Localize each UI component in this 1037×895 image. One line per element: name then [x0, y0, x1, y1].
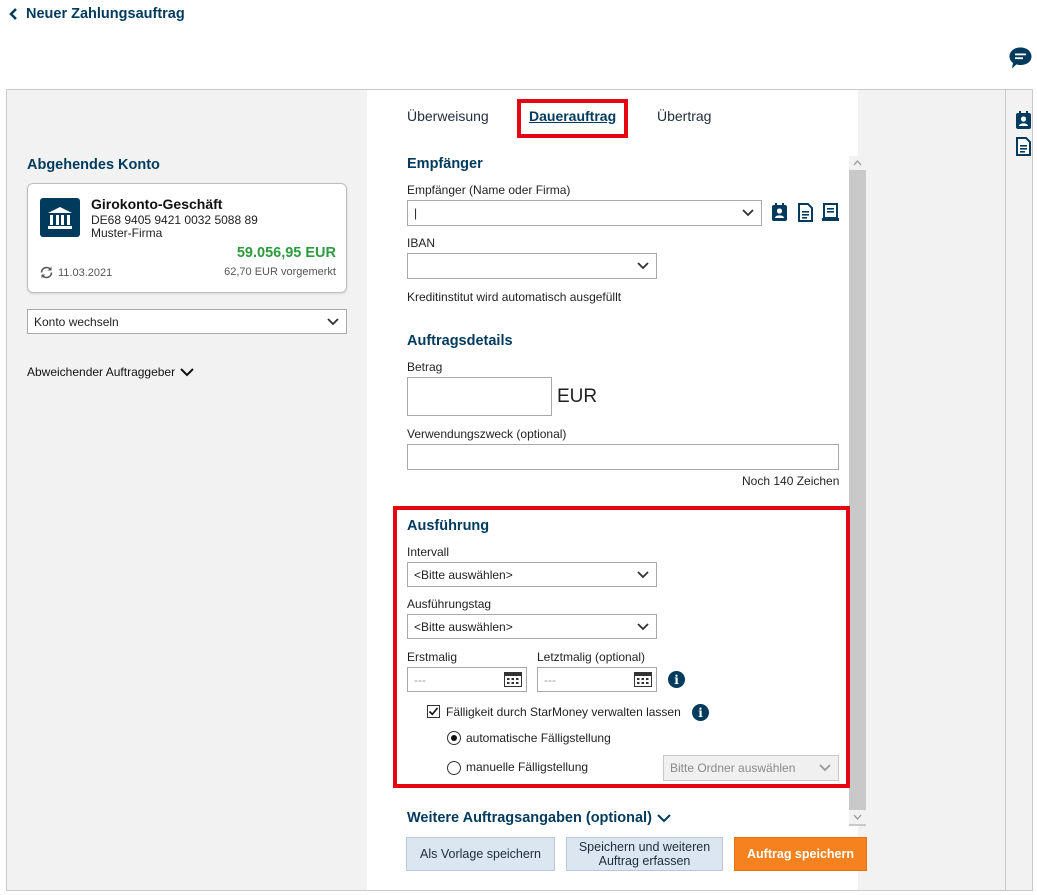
switch-account-label: Konto wechseln: [34, 314, 119, 329]
manage-due-label: Fälligkeit durch StarMoney verwalten las…: [446, 705, 681, 719]
folder-placeholder: Bitte Ordner auswählen: [670, 761, 796, 775]
recipient-name-cursor: |: [414, 206, 418, 220]
account-card[interactable]: Girokonto-Geschäft DE68 9405 9421 0032 5…: [27, 183, 347, 293]
first-date-value: ---: [414, 672, 426, 687]
contact-book-icon[interactable]: [1015, 111, 1032, 130]
first-date-input[interactable]: ---: [407, 667, 527, 692]
recipient-name-label: Empfänger (Name oder Firma): [407, 183, 571, 197]
account-pending: 62,70 EUR vorgemerkt: [224, 266, 336, 278]
amount-label: Betrag: [407, 360, 443, 374]
remaining-chars: Noch 140 Zeichen: [742, 474, 840, 488]
checkmark-icon: [428, 707, 439, 716]
account-balance: 59.056,95 EUR: [236, 245, 336, 261]
bank-autofill-note: Kreditinstitut wird automatisch ausgefül…: [407, 290, 622, 304]
recipient-name-input[interactable]: |: [407, 200, 762, 226]
invoice-scan-icon[interactable]: [822, 203, 839, 222]
highlight-execution-frame: [393, 506, 850, 788]
highlight-tab-frame: [517, 99, 628, 138]
order-details-title: Auftragsdetails: [407, 333, 513, 349]
chat-icon[interactable]: [1008, 46, 1033, 71]
chevron-down-icon: [637, 570, 649, 578]
chevron-down-icon: [637, 262, 649, 270]
account-date: 11.03.2021: [39, 266, 112, 279]
chevron-down-icon: [853, 814, 862, 820]
chevron-down-icon: [327, 317, 339, 325]
interval-value: <Bitte auswählen>: [414, 567, 513, 582]
account-holder: Muster-Firma: [91, 226, 163, 240]
save-template-button[interactable]: Als Vorlage speichern: [406, 837, 555, 871]
calendar-icon[interactable]: [504, 672, 522, 687]
last-date-label: Letztmalig (optional): [537, 650, 646, 664]
chevron-down-icon: [180, 367, 194, 376]
currency-label: EUR: [557, 386, 598, 407]
account-name: Girokonto-Geschäft: [91, 196, 223, 212]
tab-internal-transfer[interactable]: Übertrag: [657, 108, 711, 124]
chevron-up-icon: [853, 160, 862, 166]
save-and-new-button[interactable]: Speichern und weiteren Auftrag erfassen: [566, 837, 723, 871]
chevron-left-icon: [9, 8, 17, 20]
info-icon[interactable]: i: [692, 704, 709, 721]
scrollbar[interactable]: [849, 156, 866, 826]
execution-day-value: <Bitte auswählen>: [414, 619, 513, 634]
auto-due-radio[interactable]: [447, 731, 461, 745]
auto-due-label: automatische Fälligstellung: [466, 731, 611, 745]
other-payer-toggle[interactable]: Abweichender Auftraggeber: [27, 365, 194, 379]
manual-due-label: manuelle Fälligstellung: [466, 760, 589, 774]
other-payer-label: Abweichender Auftraggeber: [27, 365, 176, 379]
account-iban: DE68 9405 9421 0032 5088 89: [91, 213, 258, 227]
execution-day-label: Ausführungstag: [407, 597, 492, 611]
chevron-down-icon: [819, 764, 831, 772]
refresh-icon[interactable]: [39, 266, 54, 279]
save-order-button[interactable]: Auftrag speichern: [734, 837, 867, 871]
manual-due-radio[interactable]: [447, 761, 461, 775]
page-title: Neuer Zahlungsauftrag: [26, 6, 185, 22]
execution-title: Ausführung: [407, 518, 490, 534]
chevron-down-icon: [657, 814, 671, 823]
switch-account-select[interactable]: Konto wechseln: [27, 309, 347, 334]
calendar-icon[interactable]: [634, 672, 652, 687]
execution-day-select[interactable]: <Bitte auswählen>: [407, 614, 657, 639]
interval-label: Intervall: [407, 545, 450, 559]
manage-due-checkbox[interactable]: [427, 705, 440, 718]
right-divider: [1005, 90, 1006, 890]
iban-label: IBAN: [407, 236, 436, 250]
scroll-up-button[interactable]: [849, 156, 866, 170]
outgoing-account-title: Abgehendes Konto: [27, 157, 160, 173]
document-icon[interactable]: [797, 203, 814, 222]
iban-input[interactable]: [407, 253, 657, 279]
chevron-down-icon: [742, 209, 754, 217]
first-date-label: Erstmalig: [407, 650, 458, 664]
purpose-input[interactable]: [407, 444, 839, 470]
save-and-new-line2: Auftrag erfassen: [598, 854, 691, 868]
info-icon[interactable]: i: [668, 671, 685, 688]
save-and-new-line1: Speichern und weiteren: [578, 840, 711, 854]
last-date-input[interactable]: ---: [537, 667, 657, 692]
purpose-label: Verwendungszweck (optional): [407, 427, 567, 441]
more-details-toggle[interactable]: Weitere Auftragsangaben (optional): [407, 810, 671, 826]
more-details-label: Weitere Auftragsangaben (optional): [407, 810, 652, 826]
back-button[interactable]: Neuer Zahlungsauftrag: [8, 6, 185, 22]
amount-input[interactable]: [407, 377, 552, 416]
bank-icon: [40, 198, 80, 237]
last-date-value: ---: [544, 672, 556, 687]
scroll-down-button[interactable]: [849, 810, 866, 824]
folder-select[interactable]: Bitte Ordner auswählen: [663, 755, 839, 781]
account-date-text: 11.03.2021: [58, 266, 113, 279]
document-icon[interactable]: [1015, 137, 1032, 156]
tab-transfer[interactable]: Überweisung: [407, 108, 489, 124]
interval-select[interactable]: <Bitte auswählen>: [407, 562, 657, 587]
recipient-title: Empfänger: [407, 156, 483, 172]
chevron-down-icon: [637, 622, 649, 630]
contact-book-icon[interactable]: [771, 203, 788, 222]
